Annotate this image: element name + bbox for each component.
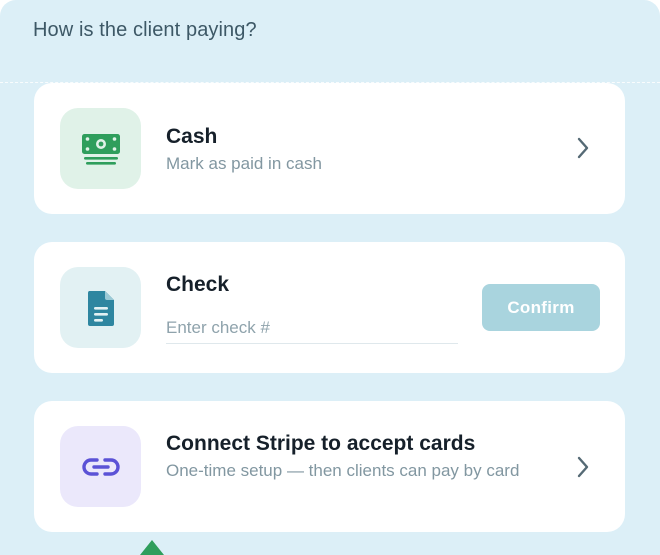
check-icon-tile xyxy=(60,267,141,348)
check-title: Check xyxy=(166,273,230,296)
stripe-icon-tile xyxy=(60,426,141,507)
payment-option-cash[interactable]: Cash Mark as paid in cash xyxy=(34,83,625,214)
stripe-title: Connect Stripe to accept cards xyxy=(166,432,476,455)
payment-prompt: How is the client paying? xyxy=(33,19,257,41)
chevron-right-icon xyxy=(571,455,595,479)
chevron-right-icon xyxy=(571,136,595,160)
add-button-peek[interactable] xyxy=(140,540,164,555)
payment-option-stripe[interactable]: Connect Stripe to accept cards One-time … xyxy=(34,401,625,532)
check-number-input[interactable] xyxy=(166,312,458,344)
cash-title: Cash xyxy=(166,125,218,148)
confirm-button[interactable]: Confirm xyxy=(482,284,600,331)
cash-icon-tile xyxy=(60,108,141,189)
cash-icon xyxy=(81,133,120,165)
stripe-subtitle: One-time setup — then clients can pay by… xyxy=(166,461,520,480)
cash-subtitle: Mark as paid in cash xyxy=(166,154,322,173)
payment-method-panel: How is the client paying? Cash Mark as p… xyxy=(0,0,660,555)
link-icon xyxy=(81,457,120,476)
document-icon xyxy=(87,290,114,326)
payment-option-check: Check Confirm xyxy=(34,242,625,373)
